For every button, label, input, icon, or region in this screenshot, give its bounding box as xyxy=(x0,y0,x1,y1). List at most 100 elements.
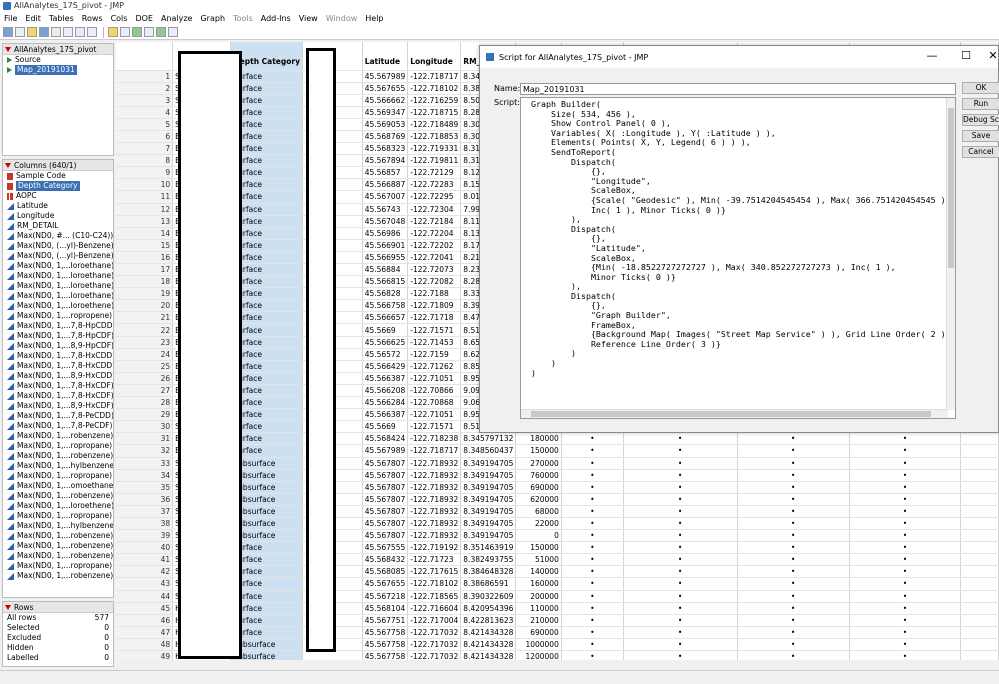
row-number[interactable]: 30 xyxy=(116,420,174,434)
print-icon[interactable] xyxy=(51,27,61,37)
row-number[interactable]: 25 xyxy=(116,360,174,373)
table-row[interactable]: 49HSubsurface45.567758-122.7170328.42143… xyxy=(116,650,999,660)
column-list-item[interactable]: Max(ND0, 1,...7,8-HxCDF) xyxy=(3,381,113,391)
table-row[interactable]: 32BSurface45.567989-122.7187178.34856043… xyxy=(116,444,999,458)
cell-longitude[interactable]: -122.71571 xyxy=(407,420,462,434)
copy-icon[interactable] xyxy=(75,27,85,37)
menu-view[interactable]: View xyxy=(299,14,318,23)
cell-missing-value[interactable]: • xyxy=(737,553,850,567)
cell-empty[interactable] xyxy=(960,541,999,555)
vertical-scrollbar[interactable] xyxy=(946,98,955,410)
cell-longitude[interactable]: -122.717615 xyxy=(407,565,462,579)
row-number[interactable]: 18 xyxy=(116,275,174,289)
cell-aopc[interactable]: 140000 xyxy=(515,565,562,579)
cell-missing-value[interactable]: • xyxy=(737,481,850,494)
script-name-input[interactable] xyxy=(520,83,956,95)
cell-missing-value[interactable]: • xyxy=(623,626,738,639)
row-number[interactable]: 43 xyxy=(116,577,174,591)
cell-empty[interactable] xyxy=(960,602,999,615)
row-number[interactable]: 26 xyxy=(116,372,174,385)
cell-missing-value[interactable]: • xyxy=(737,493,850,506)
cell-missing-value[interactable]: • xyxy=(737,602,850,615)
cell-rm-detail[interactable]: 8.349194705 xyxy=(460,529,517,543)
row-number[interactable]: 13 xyxy=(116,215,174,228)
cell-missing-value[interactable]: • xyxy=(561,444,624,458)
column-list-item[interactable]: Max(ND0, 1,...robenzene) xyxy=(3,451,113,461)
row-number[interactable]: 47 xyxy=(116,626,174,639)
row-number[interactable]: 2 xyxy=(116,82,174,95)
column-list-item[interactable]: Max(ND0, 1,...robenzene) xyxy=(3,541,113,551)
cell-missing-value[interactable]: • xyxy=(737,444,850,458)
cell-rm-detail[interactable]: 8.349194705 xyxy=(460,469,517,482)
cell-aopc[interactable]: 22000 xyxy=(515,517,562,531)
cell-rm-detail[interactable]: 8.348560437 xyxy=(460,444,517,458)
column-list-item[interactable]: Max(ND0, 1,...robenzene) xyxy=(3,491,113,501)
script-editor[interactable]: Graph Builder( Size( 534, 456 ), Show Co… xyxy=(520,97,956,419)
cell-missing-value[interactable]: • xyxy=(849,590,962,603)
cell-longitude[interactable]: -122.72283 xyxy=(407,178,462,192)
play-script-icon[interactable] xyxy=(7,57,12,63)
cell-latitude[interactable]: 45.566625 xyxy=(362,336,409,349)
cell-latitude[interactable]: 45.567807 xyxy=(362,529,409,543)
cell-aopc[interactable]: 1200000 xyxy=(515,650,562,660)
new-script-icon[interactable] xyxy=(15,27,25,37)
cell-missing-value[interactable]: • xyxy=(561,517,624,531)
cell-latitude[interactable]: 45.568432 xyxy=(362,553,409,567)
cell-empty[interactable] xyxy=(960,626,999,639)
cell-latitude[interactable]: 45.566208 xyxy=(362,384,409,398)
cell-missing-value[interactable]: • xyxy=(561,469,624,482)
cell-latitude[interactable]: 45.567758 xyxy=(362,638,409,652)
menu-edit[interactable]: Edit xyxy=(25,14,41,23)
column-list-item[interactable]: Max(ND0, #... (C10-C24)) xyxy=(3,231,113,241)
table-row[interactable]: 45HSurface45.568104-122.7166048.42095439… xyxy=(116,602,999,615)
cell-latitude[interactable]: 45.56828 xyxy=(362,287,409,301)
column-list-item[interactable]: Max(ND0, 1,...loroethene) xyxy=(3,501,113,511)
cell-latitude[interactable]: 45.567048 xyxy=(362,215,409,228)
cell-missing-value[interactable]: • xyxy=(737,577,850,591)
cell-missing-value[interactable]: • xyxy=(849,493,962,506)
cell-missing-value[interactable]: • xyxy=(561,565,624,579)
new-table-icon[interactable] xyxy=(3,27,13,37)
cell-missing-value[interactable]: • xyxy=(849,541,962,555)
cell-missing-value[interactable]: • xyxy=(737,469,850,482)
row-number[interactable]: 41 xyxy=(116,553,174,567)
row-number[interactable]: 49 xyxy=(116,650,174,660)
cell-missing-value[interactable]: • xyxy=(623,590,738,603)
column-list-item[interactable]: Max(ND0, 1,...robenzene) xyxy=(3,531,113,541)
row-number[interactable]: 39 xyxy=(116,529,174,543)
cell-latitude[interactable]: 45.566387 xyxy=(362,408,409,422)
cell-missing-value[interactable]: • xyxy=(849,432,962,446)
column-list-item[interactable]: Max(ND0, (...yl)-Benzene) xyxy=(3,251,113,261)
table-row[interactable]: 42SSurface45.568085-122.7176158.38464832… xyxy=(116,565,999,579)
row-number[interactable]: 34 xyxy=(116,469,174,482)
cell-aopc[interactable]: 180000 xyxy=(515,432,562,446)
cell-longitude[interactable]: -122.718932 xyxy=(407,493,462,506)
cell-longitude[interactable]: -122.718489 xyxy=(407,118,462,131)
red-triangle-menu-icon[interactable] xyxy=(5,46,11,52)
column-list-item[interactable]: Max(ND0, 1,...7,8-PeCDF) xyxy=(3,421,113,431)
cell-longitude[interactable]: -122.72204 xyxy=(407,227,462,240)
cell-missing-value[interactable]: • xyxy=(737,626,850,639)
cell-latitude[interactable]: 45.566955 xyxy=(362,251,409,265)
cell-longitude[interactable]: -122.717004 xyxy=(407,614,462,627)
cell-missing-value[interactable]: • xyxy=(849,505,962,518)
column-list-item[interactable]: Max(ND0, 1,...8,9-HxCDD) xyxy=(3,371,113,381)
menu-window[interactable]: Window xyxy=(326,14,358,23)
cell-longitude[interactable]: -122.7188 xyxy=(407,287,462,301)
row-number[interactable]: 14 xyxy=(116,227,174,240)
cut-icon[interactable] xyxy=(63,27,73,37)
column-list-item[interactable]: Max(ND0, 1,...7,8-PeCDD) xyxy=(3,411,113,421)
cell-latitude[interactable]: 45.568769 xyxy=(362,130,409,144)
cell-missing-value[interactable]: • xyxy=(561,650,624,660)
cell-longitude[interactable]: -122.72041 xyxy=(407,251,462,265)
row-number[interactable]: 16 xyxy=(116,251,174,265)
cell-aopc[interactable]: 270000 xyxy=(515,457,562,470)
cell-latitude[interactable]: 45.56857 xyxy=(362,166,409,180)
cell-rm-detail[interactable]: 8.351463919 xyxy=(460,541,517,555)
cell-rm-detail[interactable]: 8.349194705 xyxy=(460,505,517,518)
row-number[interactable]: 3 xyxy=(116,94,174,107)
row-number[interactable]: 27 xyxy=(116,384,174,398)
column-list-item[interactable]: Max(ND0, 1,...hylbenzene) xyxy=(3,521,113,531)
column-list-item[interactable]: Max(ND0, 1,...robenzene) xyxy=(3,431,113,441)
cell-rm-detail[interactable]: 8.382493755 xyxy=(460,553,517,567)
